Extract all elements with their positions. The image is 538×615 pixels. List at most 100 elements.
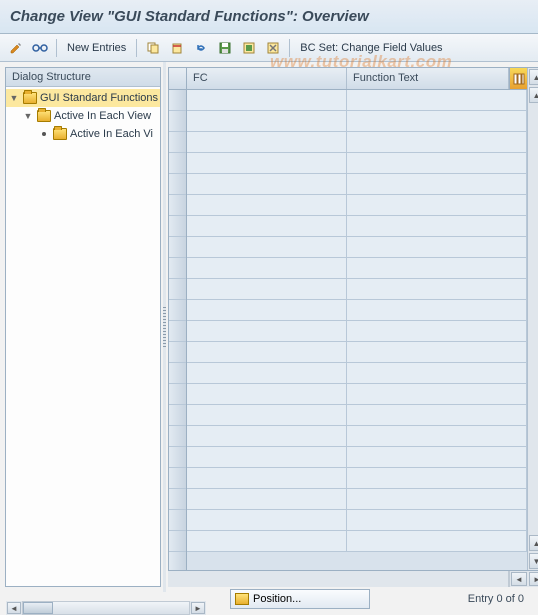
toggle-display-change-icon[interactable] (6, 38, 26, 58)
folder-icon (53, 128, 67, 140)
dialog-structure-pane: Dialog Structure ▼ GUI Standard Function… (5, 67, 161, 587)
row-selector[interactable] (169, 384, 186, 405)
dialog-structure-header: Dialog Structure (6, 68, 160, 87)
table-row[interactable] (187, 531, 527, 552)
table-row[interactable] (187, 216, 527, 237)
scroll-up-icon[interactable]: ▲ (529, 87, 538, 103)
separator (136, 39, 137, 57)
row-selector[interactable] (169, 468, 186, 489)
scroll-right-icon[interactable]: ► (529, 572, 538, 586)
position-button[interactable]: Position... (230, 589, 370, 609)
table-row[interactable] (187, 300, 527, 321)
table-row[interactable] (187, 153, 527, 174)
row-selector[interactable] (169, 447, 186, 468)
scroll-up-icon[interactable]: ▲ (529, 69, 538, 85)
table-row[interactable] (187, 132, 527, 153)
scroll-down-icon[interactable]: ▼ (529, 553, 538, 569)
tree-node-gui-standard-functions[interactable]: ▼ GUI Standard Functions (6, 89, 160, 107)
scroll-track[interactable] (508, 571, 510, 587)
configure-columns-icon[interactable] (509, 68, 527, 89)
row-selector[interactable] (169, 111, 186, 132)
table-row[interactable] (187, 195, 527, 216)
row-selector[interactable] (169, 174, 186, 195)
tree-label: GUI Standard Functions (40, 92, 158, 104)
position-icon (235, 593, 249, 605)
scroll-left-icon[interactable]: ◄ (511, 572, 527, 586)
row-selector[interactable] (169, 279, 186, 300)
table-row[interactable] (187, 90, 527, 111)
vertical-scrollbar[interactable]: ▲ ▲ ▲ ▼ (527, 68, 538, 570)
leaf-icon (42, 132, 46, 136)
table-row[interactable] (187, 447, 527, 468)
table-row[interactable] (187, 111, 527, 132)
undo-icon[interactable] (191, 38, 211, 58)
footer: Position... Entry 0 of 0 (0, 587, 538, 611)
column-header-function-text[interactable]: Function Text (347, 68, 509, 89)
row-selector[interactable] (169, 237, 186, 258)
copy-icon[interactable] (143, 38, 163, 58)
title-bar: Change View "GUI Standard Functions": Ov… (0, 0, 538, 34)
toolbar: New Entries BC Set: Change Field Values (0, 34, 538, 62)
table-row[interactable] (187, 258, 527, 279)
grid-header: FC Function Text (187, 68, 527, 90)
content-area: Dialog Structure ▼ GUI Standard Function… (0, 62, 538, 592)
splitter[interactable] (163, 62, 166, 592)
column-header-fc[interactable]: FC (187, 68, 347, 89)
right-pane: FC Function Text (168, 67, 538, 587)
table-row[interactable] (187, 510, 527, 531)
grid-rows (187, 90, 527, 570)
separator (56, 39, 57, 57)
collapse-icon[interactable]: ▼ (22, 111, 34, 121)
tree-node-active-in-each-view[interactable]: ▼ Active In Each View (6, 107, 160, 125)
row-selector[interactable] (169, 342, 186, 363)
row-selector[interactable] (169, 426, 186, 447)
splitter-handle-icon (163, 307, 166, 347)
glasses-find-icon[interactable] (30, 38, 50, 58)
folder-open-icon (23, 92, 37, 104)
delete-icon[interactable] (167, 38, 187, 58)
row-selector[interactable] (169, 258, 186, 279)
separator (289, 39, 290, 57)
page-title: Change View "GUI Standard Functions": Ov… (10, 8, 528, 25)
table-row[interactable] (187, 489, 527, 510)
save-icon[interactable] (215, 38, 235, 58)
row-selector[interactable] (169, 132, 186, 153)
table-row[interactable] (187, 405, 527, 426)
grid-body: FC Function Text (187, 68, 527, 570)
row-selector[interactable] (169, 216, 186, 237)
row-selector[interactable] (169, 153, 186, 174)
row-selector[interactable] (169, 405, 186, 426)
collapse-icon[interactable]: ▼ (8, 93, 20, 103)
table-row[interactable] (187, 363, 527, 384)
scroll-track[interactable] (528, 104, 538, 534)
select-all-corner[interactable] (169, 68, 186, 90)
entry-counter: Entry 0 of 0 (468, 593, 524, 605)
row-selector[interactable] (169, 489, 186, 510)
scroll-down-icon[interactable]: ▲ (529, 535, 538, 551)
table-row[interactable] (187, 384, 527, 405)
row-selector[interactable] (169, 363, 186, 384)
row-selector[interactable] (169, 90, 186, 111)
select-all-icon[interactable] (239, 38, 259, 58)
folder-icon (37, 110, 51, 122)
row-selector[interactable] (169, 300, 186, 321)
table-row[interactable] (187, 321, 527, 342)
row-selector[interactable] (169, 195, 186, 216)
table-row[interactable] (187, 174, 527, 195)
table-row[interactable] (187, 237, 527, 258)
deselect-all-icon[interactable] (263, 38, 283, 58)
tree-node-active-leaf[interactable]: Active In Each Vi (6, 125, 160, 143)
tree-label: Active In Each View (54, 110, 151, 122)
tree: ▼ GUI Standard Functions ▼ Active In Eac… (6, 87, 160, 586)
row-selector[interactable] (169, 531, 186, 552)
bc-set-button[interactable]: BC Set: Change Field Values (296, 42, 446, 54)
data-grid: FC Function Text (168, 67, 538, 571)
table-row[interactable] (187, 342, 527, 363)
table-row[interactable] (187, 279, 527, 300)
table-row[interactable] (187, 468, 527, 489)
row-selector[interactable] (169, 510, 186, 531)
new-entries-button[interactable]: New Entries (63, 42, 130, 54)
horizontal-scrollbar[interactable]: ◄ ► (168, 571, 538, 587)
table-row[interactable] (187, 426, 527, 447)
row-selector[interactable] (169, 321, 186, 342)
